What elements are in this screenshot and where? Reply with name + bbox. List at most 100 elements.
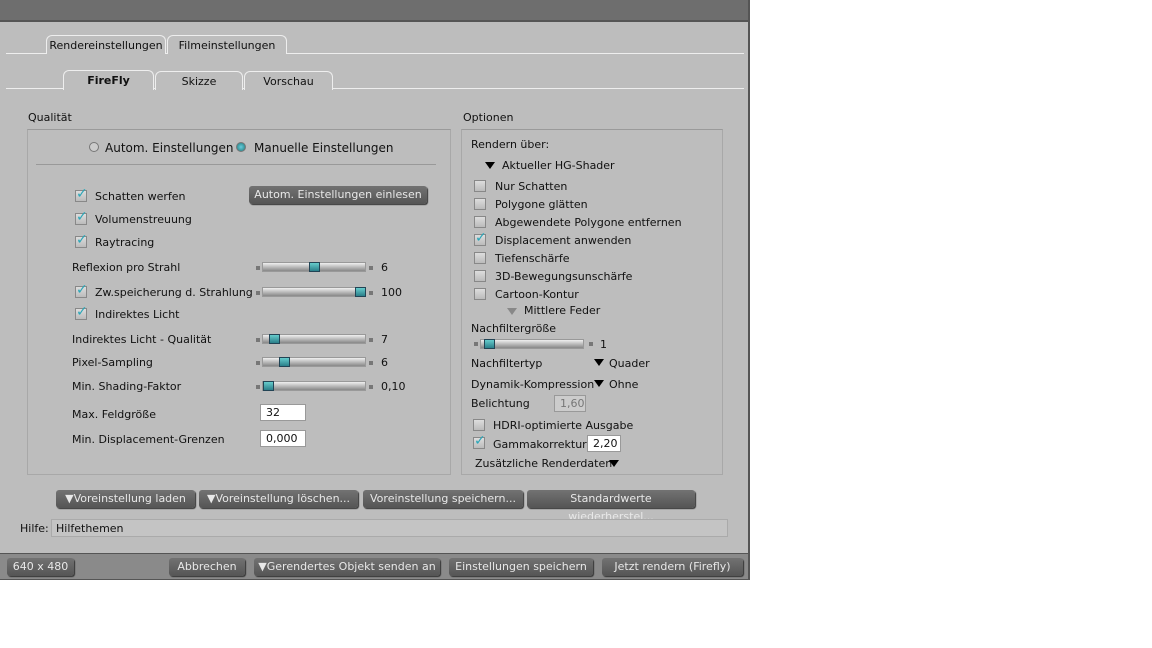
option-checkbox-4[interactable] <box>474 252 486 264</box>
exposure-input[interactable]: 1,60 <box>554 395 586 412</box>
slider-value: 100 <box>381 286 402 299</box>
option-label: Tiefenschärfe <box>495 252 570 265</box>
hdri-checkbox[interactable] <box>473 419 485 431</box>
radio-manual-label: Manuelle Einstellungen <box>254 141 394 155</box>
max-field-input[interactable]: 32 <box>260 404 306 421</box>
filter-type-label: Nachfiltertyp <box>471 357 543 370</box>
dropdown-arrow-icon[interactable] <box>594 359 604 366</box>
filter-size-slider[interactable] <box>480 339 584 349</box>
divider <box>36 164 436 165</box>
checkbox-1[interactable] <box>75 209 88 225</box>
gamma-checkbox[interactable] <box>473 433 486 449</box>
slider-thumb[interactable] <box>483 339 495 349</box>
max-field-label: Max. Feldgröße <box>72 408 156 421</box>
slider-label: Indirektes Licht - Qualität <box>72 333 212 346</box>
send-object-button[interactable]: ▼Gerendertes Objekt senden an <box>254 558 440 576</box>
checkbox-0[interactable] <box>75 186 88 202</box>
tab-rendereinstellungen[interactable]: Rendereinstellungen <box>46 35 166 54</box>
gamma-label: Gammakorrektur <box>493 438 587 451</box>
checkbox-label: Zw.speicherung d. Strahlung <box>95 286 253 299</box>
auto-read-button[interactable]: Autom. Einstellungen einlesen <box>249 186 427 204</box>
option-label: 3D-Bewegungsunschärfe <box>495 270 633 283</box>
tab-firefly[interactable]: FireFly <box>63 70 154 90</box>
tab-filmeinstellungen[interactable]: Filmeinstellungen <box>167 35 287 54</box>
slider-min-tick <box>256 385 260 389</box>
filter-type-dropdown[interactable]: Quader <box>609 357 650 370</box>
radio-auto-label: Autom. Einstellungen <box>105 141 234 155</box>
options-title: Optionen <box>463 111 514 124</box>
option-label: Abgewendete Polygone entfernen <box>495 216 682 229</box>
tab-vorschau[interactable]: Vorschau <box>244 71 333 90</box>
save-settings-button[interactable]: Einstellungen speichern <box>449 558 593 576</box>
slider-track[interactable] <box>262 262 366 272</box>
slider-max-tick <box>369 266 373 270</box>
dyn-dropdown[interactable]: Ohne <box>609 378 638 391</box>
checkbox-4[interactable] <box>75 304 88 320</box>
load-preset-button[interactable]: ▼Voreinstellung laden <box>56 490 195 508</box>
radio-auto[interactable] <box>89 142 99 152</box>
min-disp-input[interactable]: 0,000 <box>260 430 306 447</box>
extra-render-data[interactable]: Zusätzliche Renderdaten <box>475 457 612 470</box>
slider-thumb[interactable] <box>263 381 274 391</box>
min-disp-label: Min. Displacement-Grenzen <box>72 433 225 446</box>
resolution-button[interactable]: 640 x 480 <box>7 558 74 576</box>
cancel-button[interactable]: Abbrechen <box>169 558 245 576</box>
delete-preset-button[interactable]: ▼Voreinstellung löschen... <box>199 490 358 508</box>
option-label: Cartoon-Kontur <box>495 288 579 301</box>
slider-thumb[interactable] <box>355 287 366 297</box>
checkbox-label: Volumenstreuung <box>95 213 192 226</box>
option-label: Displacement anwenden <box>495 234 632 247</box>
render-via-label: Rendern über: <box>471 138 550 151</box>
dropdown-arrow-icon[interactable] <box>609 460 619 467</box>
slider-thumb[interactable] <box>309 262 320 272</box>
slider-min-tick <box>256 291 260 295</box>
checkbox-label: Indirektes Licht <box>95 308 180 321</box>
filter-size-value: 1 <box>600 338 607 351</box>
slider-track[interactable] <box>262 381 366 391</box>
checkbox-label: Schatten werfen <box>95 190 186 203</box>
save-preset-button[interactable]: Voreinstellung speichern... <box>363 490 523 508</box>
gamma-input[interactable]: 2,20 <box>587 435 621 452</box>
slider-thumb[interactable] <box>268 334 280 344</box>
radio-manual[interactable] <box>236 142 246 152</box>
checkbox-2[interactable] <box>75 232 88 248</box>
help-field: Hilfethemen <box>51 519 728 537</box>
slider-label: Pixel-Sampling <box>72 356 153 369</box>
title-bar <box>0 0 748 22</box>
filter-size-label: Nachfiltergröße <box>471 322 557 335</box>
dropdown-arrow-icon <box>507 308 517 315</box>
quality-panel <box>27 129 451 475</box>
slider-value: 6 <box>381 356 388 369</box>
shader-dropdown[interactable]: Aktueller HG-Shader <box>502 159 615 172</box>
slider-value: 0,10 <box>381 380 406 393</box>
tab-skizze[interactable]: Skizze <box>155 71 243 90</box>
render-now-button[interactable]: Jetzt rendern (Firefly) <box>602 558 743 576</box>
dropdown-arrow-icon[interactable] <box>485 162 495 169</box>
slider-min-tick <box>474 342 478 346</box>
option-checkbox-3[interactable] <box>474 230 487 246</box>
dropdown-arrow-icon[interactable] <box>594 380 604 387</box>
slider-track[interactable] <box>262 334 366 344</box>
option-label: Polygone glätten <box>495 198 588 211</box>
slider-min-tick <box>256 361 260 365</box>
option-label: Nur Schatten <box>495 180 568 193</box>
slider-max-tick <box>369 291 373 295</box>
option-checkbox-5[interactable] <box>474 270 486 282</box>
option-checkbox-1[interactable] <box>474 198 486 210</box>
checkbox-3[interactable] <box>75 282 88 298</box>
slider-track[interactable] <box>262 287 366 297</box>
option-checkbox-6[interactable] <box>474 288 486 300</box>
dyn-label: Dynamik-Kompression <box>471 378 595 391</box>
slider-track[interactable] <box>262 357 366 367</box>
send-object-label: Gerendertes Objekt senden an <box>266 560 436 573</box>
option-checkbox-2[interactable] <box>474 216 486 228</box>
restore-defaults-button[interactable]: Standardwerte wiederherstel... <box>527 490 695 523</box>
cartoon-style-dropdown[interactable]: Mittlere Feder <box>524 304 600 317</box>
quality-title: Qualität <box>28 111 72 124</box>
slider-value: 6 <box>381 261 388 274</box>
slider-label: Min. Shading-Faktor <box>72 380 182 393</box>
slider-max-tick <box>589 342 593 346</box>
render-settings-window: Rendereinstellungen Filmeinstellungen Fi… <box>0 0 750 580</box>
slider-thumb[interactable] <box>278 357 290 367</box>
option-checkbox-0[interactable] <box>474 180 486 192</box>
